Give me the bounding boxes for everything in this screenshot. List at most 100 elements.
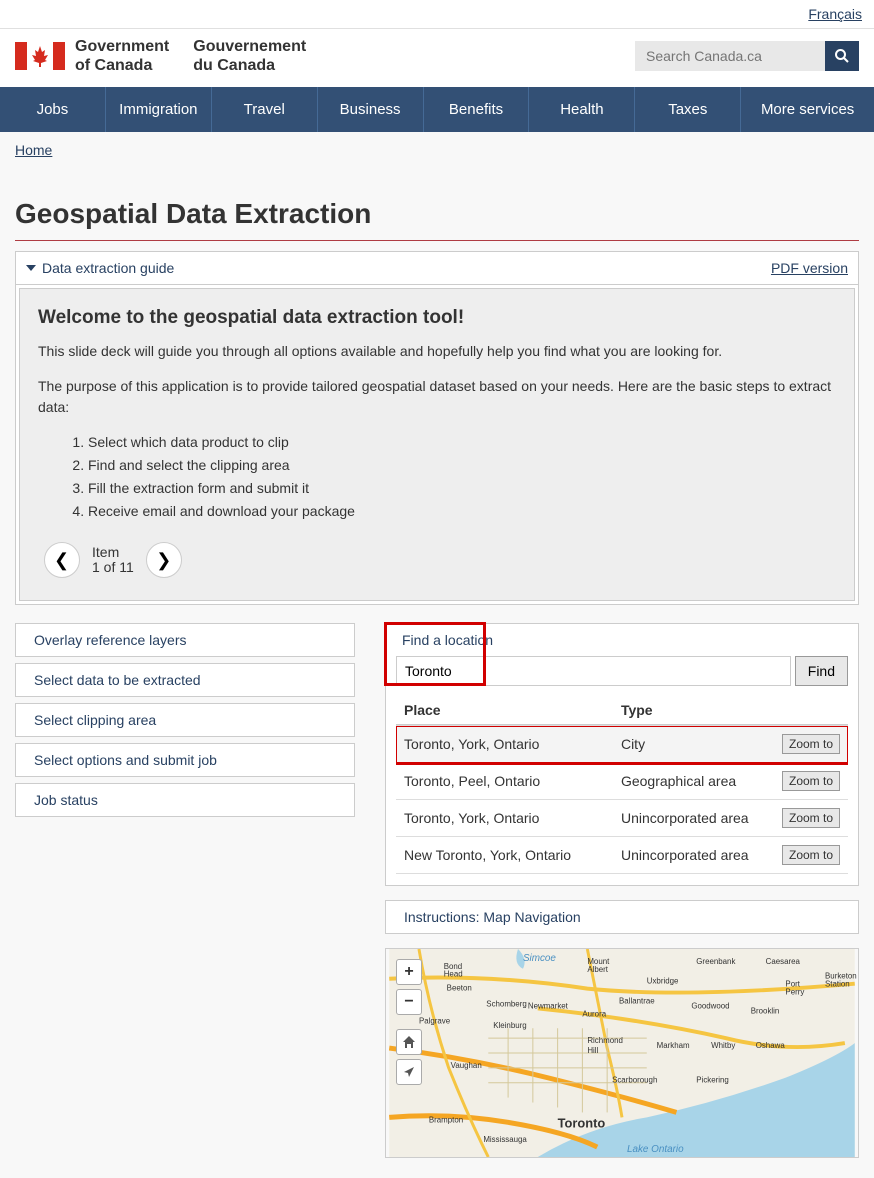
zoom-to-button[interactable]: Zoom to <box>782 734 840 754</box>
instructions-toggle[interactable]: Instructions: Map Navigation <box>385 900 859 934</box>
chevron-down-icon <box>26 265 36 271</box>
home-extent-button[interactable] <box>396 1029 422 1055</box>
accordion-status[interactable]: Job status <box>15 783 355 817</box>
guide-toggle[interactable]: Data extraction guide <box>26 260 174 276</box>
pager-info: Item 1 of 11 <box>92 545 134 576</box>
result-row[interactable]: Toronto, York, Ontario Unincorporated ar… <box>396 800 848 837</box>
brand-fr-line1: Gouvernement <box>193 37 306 56</box>
government-brand: Government of Canada Gouvernement du Can… <box>15 37 306 75</box>
search-input[interactable] <box>635 41 825 71</box>
location-arrow-icon <box>403 1066 415 1078</box>
svg-text:Lake Ontario: Lake Ontario <box>627 1144 684 1155</box>
guide-welcome: Welcome to the geospatial data extractio… <box>38 307 836 329</box>
guide-p2: The purpose of this application is to pr… <box>38 376 836 418</box>
result-place: Toronto, York, Ontario <box>396 726 613 763</box>
pager-next-button[interactable]: ❯ <box>146 542 182 578</box>
svg-text:Hill: Hill <box>587 1046 598 1055</box>
find-button[interactable]: Find <box>795 656 848 686</box>
chevron-right-icon: ❯ <box>156 550 171 571</box>
guide-step: Find and select the clipping area <box>88 455 836 476</box>
svg-text:Brampton: Brampton <box>429 1116 463 1125</box>
result-place: North Toronto, York, Ontario <box>396 874 613 876</box>
result-place: Toronto, Peel, Ontario <box>396 763 613 800</box>
result-row[interactable]: New Toronto, York, Ontario Unincorporate… <box>396 837 848 874</box>
nav-jobs[interactable]: Jobs <box>0 87 106 132</box>
find-title: Find a location <box>402 632 493 648</box>
search-icon <box>834 48 850 64</box>
map-svg: Simcoe Newmarket Vaughan Brampton Richmo… <box>386 949 858 1157</box>
nav-travel[interactable]: Travel <box>212 87 318 132</box>
svg-text:Pickering: Pickering <box>696 1076 729 1085</box>
svg-text:Brooklin: Brooklin <box>751 1007 780 1016</box>
breadcrumb: Home <box>0 132 874 168</box>
svg-text:Scarborough: Scarborough <box>612 1076 657 1085</box>
zoom-in-button[interactable]: + <box>396 959 422 985</box>
accordion-clipping[interactable]: Select clipping area <box>15 703 355 737</box>
result-type: City <box>613 726 758 763</box>
accordion-label: Select clipping area <box>34 712 156 728</box>
result-row[interactable]: Toronto, Peel, Ontario Geographical area… <box>396 763 848 800</box>
svg-text:Markham: Markham <box>657 1041 690 1050</box>
accordion-options[interactable]: Select options and submit job <box>15 743 355 777</box>
svg-text:Vaughan: Vaughan <box>451 1061 482 1070</box>
svg-text:Goodwood: Goodwood <box>691 1002 729 1011</box>
locate-button[interactable] <box>396 1059 422 1085</box>
col-type: Type <box>613 696 758 725</box>
result-row[interactable]: North Toronto, York, Ontario Unincorpora… <box>396 874 848 876</box>
nav-business[interactable]: Business <box>318 87 424 132</box>
language-toggle[interactable]: Français <box>808 6 862 22</box>
guide-step: Receive email and download your package <box>88 501 836 522</box>
instructions-label: Instructions: Map Navigation <box>404 909 581 925</box>
guide-p1: This slide deck will guide you through a… <box>38 341 836 362</box>
accordion-select-data[interactable]: Select data to be extracted <box>15 663 355 697</box>
col-place: Place <box>396 696 613 725</box>
nav-immigration[interactable]: Immigration <box>106 87 212 132</box>
pager-count: 1 of 11 <box>92 560 134 575</box>
map-canvas[interactable]: + − <box>385 948 859 1158</box>
svg-text:Newmarket: Newmarket <box>528 1002 569 1011</box>
accordion-label: Overlay reference layers <box>34 632 187 648</box>
zoom-to-button[interactable]: Zoom to <box>782 771 840 791</box>
pager-item-label: Item <box>92 545 134 560</box>
nav-benefits[interactable]: Benefits <box>424 87 530 132</box>
find-location-toggle[interactable]: Find a location <box>386 624 858 656</box>
svg-text:Uxbridge: Uxbridge <box>647 977 679 986</box>
zoom-to-button[interactable]: Zoom to <box>782 845 840 865</box>
chevron-left-icon: ❯ <box>54 550 69 571</box>
pager-prev-button[interactable]: ❯ <box>44 542 80 578</box>
pdf-version-link[interactable]: PDF version <box>771 260 848 276</box>
svg-text:Richmond: Richmond <box>587 1036 623 1045</box>
brand-en-line2: of Canada <box>75 56 169 75</box>
result-place: Toronto, York, Ontario <box>396 800 613 837</box>
accordion-label: Job status <box>34 792 98 808</box>
zoom-out-button[interactable]: − <box>396 989 422 1015</box>
result-row[interactable]: Toronto, York, Ontario City Zoom to <box>396 726 848 763</box>
guide-panel: Data extraction guide PDF version Welcom… <box>15 251 859 605</box>
svg-text:Beeton: Beeton <box>447 984 472 993</box>
main-nav: Jobs Immigration Travel Business Benefit… <box>0 87 874 132</box>
find-location-input[interactable] <box>396 656 791 686</box>
svg-text:Aurora: Aurora <box>582 1010 606 1019</box>
result-type: Geographical area <box>613 763 758 800</box>
accordion-label: Select options and submit job <box>34 752 217 768</box>
svg-text:Perry: Perry <box>785 988 804 997</box>
svg-text:Caesarea: Caesarea <box>766 957 801 966</box>
svg-text:Mississauga: Mississauga <box>483 1136 527 1145</box>
nav-more-services[interactable]: More services <box>741 87 874 132</box>
svg-text:Station: Station <box>825 980 850 989</box>
guide-title: Data extraction guide <box>42 260 174 276</box>
svg-text:Kleinburg: Kleinburg <box>493 1022 526 1031</box>
svg-text:Albert: Albert <box>587 965 608 974</box>
brand-fr-line2: du Canada <box>193 56 306 75</box>
nav-taxes[interactable]: Taxes <box>635 87 741 132</box>
breadcrumb-home[interactable]: Home <box>15 142 52 158</box>
guide-step: Fill the extraction form and submit it <box>88 478 836 499</box>
results-scroll[interactable]: Toronto, York, Ontario City Zoom to Toro… <box>396 725 848 875</box>
svg-text:Head: Head <box>444 970 463 979</box>
nav-health[interactable]: Health <box>529 87 635 132</box>
search-button[interactable] <box>825 41 859 71</box>
zoom-to-button[interactable]: Zoom to <box>782 808 840 828</box>
svg-text:Whitby: Whitby <box>711 1041 735 1050</box>
find-location-panel: Find a location Find Place Type <box>385 623 859 886</box>
accordion-overlay[interactable]: Overlay reference layers <box>15 623 355 657</box>
